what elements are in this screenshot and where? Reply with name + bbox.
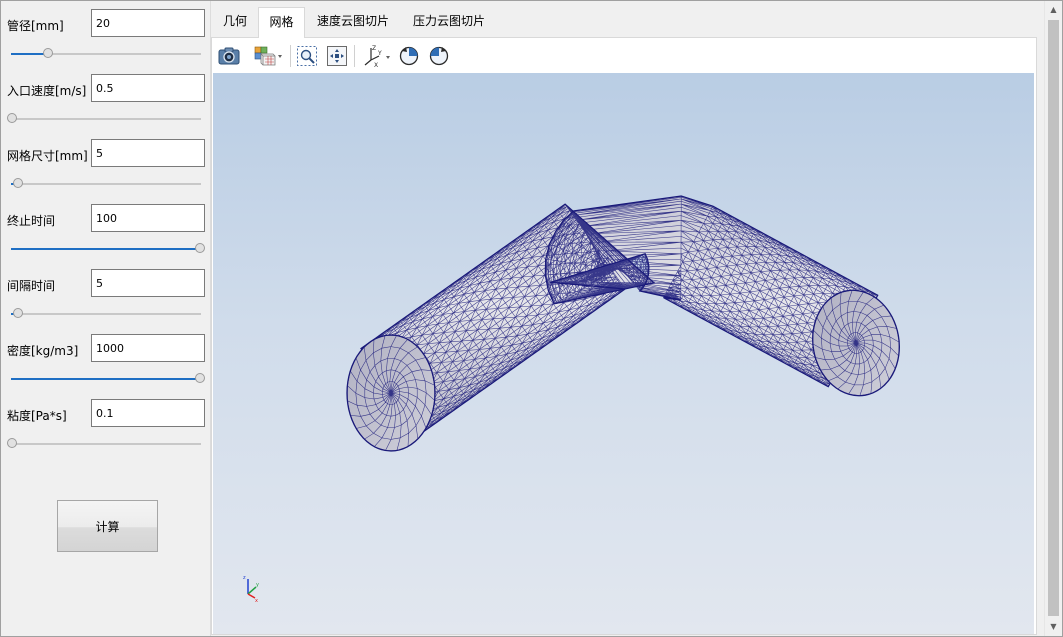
z-axis-label: z [243,575,246,581]
slider-fill [11,378,199,380]
tab-mesh[interactable]: 网格 [258,7,305,38]
calculate-button[interactable]: 计算 [57,500,158,552]
scrollbar-thumb[interactable] [1048,20,1059,616]
param-label-inlet-velocity: 入口速度[m/s] [7,84,87,98]
rotate-cw-icon[interactable] [426,43,452,69]
toolbar-separator [290,45,291,67]
pipe-silhouette [360,195,879,435]
param-label-viscosity: 粘度[Pa*s] [7,409,67,423]
tab-velocity-slice[interactable]: 速度云图切片 [307,7,399,36]
tab-label: 网格 [269,15,294,29]
svg-text:X: X [374,62,378,68]
param-label-mesh-size: 网格尺寸[mm] [7,149,88,163]
y-axis-line [247,586,257,595]
pipe-diameter-slider[interactable] [7,47,205,61]
viscosity-input[interactable] [91,399,205,427]
slider-fill [11,53,47,55]
x-axis-line [247,593,256,599]
scroll-up-icon[interactable]: ▲ [1045,1,1062,18]
vertical-scrollbar[interactable]: ▲ ▼ [1044,1,1062,636]
fit-view-icon[interactable] [324,43,350,69]
svg-text:Y: Y [377,50,382,57]
app-window: 管径[mm] 入口速度[m/s] 网格尺寸[mm] 终止时间 间隔时间 [0,0,1063,637]
slider-fill [11,248,199,250]
param-label-interval-time: 间隔时间 [7,279,56,293]
slider-thumb[interactable] [12,308,23,318]
density-input[interactable] [91,334,205,362]
axes-triad: z y x [243,575,259,604]
tab-label: 压力云图切片 [412,14,485,28]
slider-thumb[interactable] [195,243,205,253]
parameter-panel: 管径[mm] 入口速度[m/s] 网格尺寸[mm] 终止时间 间隔时间 [1,1,211,636]
mesh-size-input[interactable] [91,139,205,167]
interval-time-input[interactable] [91,269,205,297]
slider-track [11,183,201,185]
slider-thumb[interactable] [7,438,17,448]
interval-time-slider[interactable] [7,307,205,321]
slider-track [11,443,201,445]
tab-label: 几何 [222,14,247,28]
camera-icon[interactable] [216,43,242,69]
slider-track [11,118,201,120]
tab-geometry[interactable]: 几何 [213,7,257,36]
viscosity-slider[interactable] [7,437,205,451]
mesh-size-slider[interactable] [7,177,205,191]
pipe-surface [360,195,879,435]
end-time-input[interactable] [91,204,205,232]
inlet-velocity-input[interactable] [91,74,205,102]
scroll-down-icon[interactable]: ▼ [1045,618,1062,635]
pipe-diameter-input[interactable] [91,9,205,37]
param-label-density: 密度[kg/m3] [7,344,79,358]
param-label-end-time: 终止时间 [7,214,56,228]
zoom-box-icon[interactable] [294,43,320,69]
tab-label: 速度云图切片 [316,14,389,28]
slider-thumb[interactable] [7,113,17,123]
slider-thumb[interactable] [195,373,205,383]
svg-text:Z: Z [372,45,376,52]
display-mode-icon[interactable] [252,43,284,69]
toolbar-separator [354,45,355,67]
slider-thumb[interactable] [12,178,23,188]
slider-track [11,313,201,315]
density-slider[interactable] [7,372,205,386]
inlet-cap [346,334,436,452]
x-axis-label: x [255,598,258,604]
3d-viewport[interactable]: z y x [213,73,1034,634]
tab-pressure-slice[interactable]: 压力云图切片 [403,7,495,36]
inlet-velocity-slider[interactable] [7,112,205,126]
end-time-slider[interactable] [7,242,205,256]
y-axis-label: y [256,582,259,588]
rotate-ccw-icon[interactable] [396,43,422,69]
pipe-mesh-render: z y x [243,195,900,604]
tab-bar: 几何 网格 速度云图切片 压力云图切片 [211,7,1041,38]
param-label-pipe-diameter: 管径[mm] [7,19,64,33]
axes-view-icon[interactable]: Z Y X [360,43,394,69]
slider-thumb[interactable] [42,48,53,58]
view-toolbar: Z Y X [214,40,1034,71]
